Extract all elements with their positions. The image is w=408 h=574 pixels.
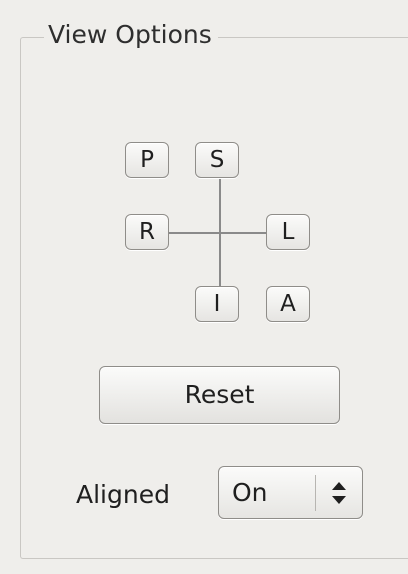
select-separator [315, 475, 316, 511]
aligned-select-value: On [232, 478, 268, 507]
orientation-button-i[interactable]: I [195, 286, 239, 322]
orientation-button-l[interactable]: L [266, 214, 310, 250]
aligned-label: Aligned [76, 480, 170, 509]
crosshair-horizontal-line [168, 232, 266, 234]
reset-button[interactable]: Reset [99, 366, 340, 424]
orientation-button-r[interactable]: R [125, 214, 169, 250]
view-options-panel: View Options P S R L I A Reset Aligned O… [0, 0, 408, 574]
view-options-title: View Options [44, 17, 218, 53]
orientation-button-s[interactable]: S [195, 142, 239, 178]
orientation-button-p[interactable]: P [125, 142, 169, 178]
aligned-select[interactable]: On [218, 466, 363, 519]
orientation-button-a[interactable]: A [266, 286, 310, 322]
up-down-arrows-icon [327, 480, 351, 506]
